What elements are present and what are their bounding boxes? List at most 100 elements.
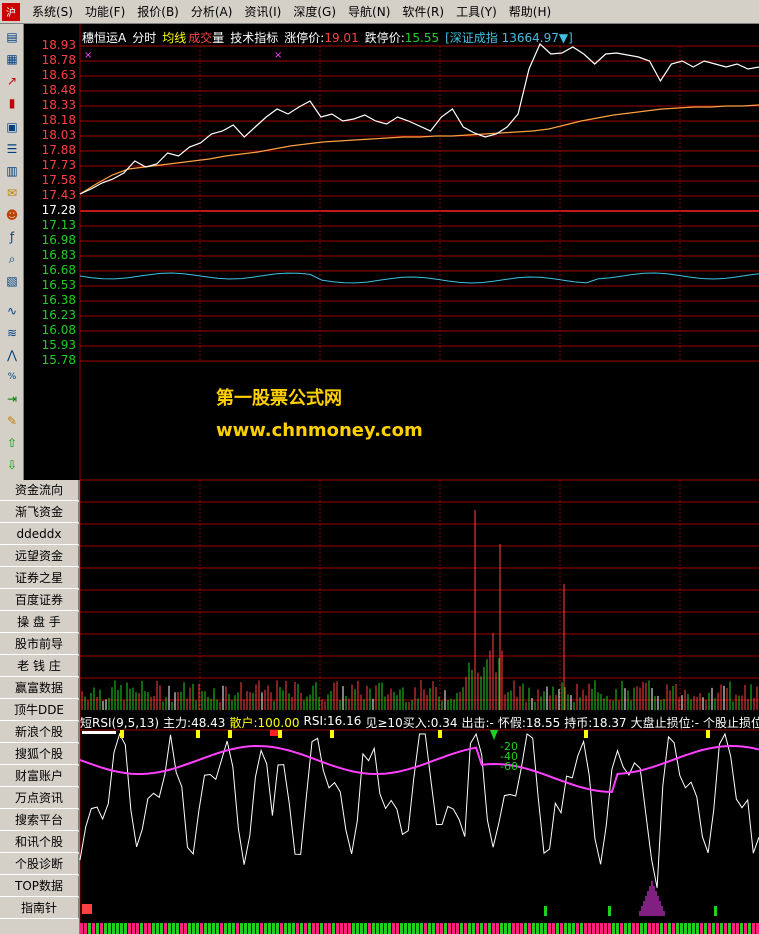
table-icon[interactable]: ☰	[2, 140, 22, 158]
fake-value: 怀假:18.55	[497, 716, 561, 730]
price-axis-label: 17.28	[41, 203, 76, 217]
menu-software[interactable]: 软件(R)	[396, 2, 450, 22]
bottom-signal-bar	[688, 923, 691, 934]
rsi-white-line	[79, 732, 759, 888]
menu-analysis[interactable]: 分析(A)	[185, 2, 239, 22]
menu-quote[interactable]: 报价(B)	[131, 2, 185, 22]
price-axis-label: 18.78	[41, 53, 76, 67]
bottom-signal-bar	[280, 923, 283, 934]
bottom-signal-bar	[452, 923, 455, 934]
users-icon[interactable]: ☻	[2, 206, 22, 224]
pencil-icon[interactable]: ✎	[2, 412, 22, 430]
tech-indicator-label[interactable]: 技术指标	[230, 29, 278, 45]
multi-chart-icon[interactable]: ⋀	[2, 346, 22, 364]
bottom-signal-bar	[80, 923, 83, 934]
signal-marker	[196, 730, 200, 738]
price-axis-label: 15.78	[41, 353, 76, 367]
menu-tools[interactable]: 工具(Y)	[450, 2, 503, 22]
search-icon[interactable]: ⌕	[2, 250, 22, 268]
price-axis-label: 16.23	[41, 308, 76, 322]
price-axis-label: 17.13	[41, 218, 76, 232]
report-icon[interactable]: ▥	[2, 162, 22, 180]
arrow-up-icon[interactable]: ⇧	[2, 434, 22, 452]
bottom-signal-bar	[144, 923, 147, 934]
trend-icon[interactable]: ∿	[2, 302, 22, 320]
bottom-signal-bar	[428, 923, 431, 934]
menu-help[interactable]: 帮助(H)	[503, 2, 557, 22]
window-icon[interactable]: ▣	[2, 118, 22, 136]
bottom-signal-bar	[396, 923, 399, 934]
menu-navigation[interactable]: 导航(N)	[342, 2, 396, 22]
signal-marker	[228, 730, 232, 738]
bottom-signal-bar	[740, 923, 743, 934]
mail-icon[interactable]: ✉	[2, 184, 22, 202]
intraday-chart[interactable]: × × -20 -40 -60 穗恒运A 分时 均线 成交量 技术指标 涨停价:19.0…	[24, 24, 759, 934]
menu-info[interactable]: 资讯(I)	[238, 2, 287, 22]
index-quote: [深证成指 13664.97▼]	[445, 31, 573, 45]
bottom-signal-bar	[716, 923, 719, 934]
price-line	[79, 42, 759, 195]
bottom-signal-bar	[644, 923, 647, 934]
mode-label[interactable]: 分时	[132, 29, 156, 45]
bottom-signal-bar	[300, 923, 303, 934]
bottom-signal-bar	[436, 923, 439, 934]
bottom-signal-bar	[752, 923, 755, 934]
ranking-icon[interactable]: ▦	[2, 50, 22, 68]
bottom-signal-bar	[348, 923, 351, 934]
compare-icon[interactable]: ≋	[2, 324, 22, 342]
menu-depth[interactable]: 深度(G)	[287, 2, 342, 22]
bottom-signal-bar	[272, 923, 275, 934]
login-icon[interactable]: ⇥	[2, 390, 22, 408]
stock-name: 穗恒运A	[82, 31, 127, 45]
bottom-signal-bar	[624, 923, 627, 934]
price-axis-label: 15.93	[41, 338, 76, 352]
bottom-signal-bar	[720, 923, 723, 934]
price-axis-label: 17.88	[41, 143, 76, 157]
market-stop-value: 大盘止损位:-	[630, 716, 700, 730]
bottom-signal-bar	[384, 923, 387, 934]
bottom-signal-bar	[320, 923, 323, 934]
bottom-signal-bar	[556, 923, 559, 934]
bottom-signal-bar	[88, 923, 91, 934]
menu-system[interactable]: 系统(S)	[26, 2, 79, 22]
indicator-name[interactable]: 短RSI(9,5,13)	[80, 714, 159, 731]
bottom-signal-bar	[212, 923, 215, 934]
bottom-signal-bar	[668, 923, 671, 934]
bottom-signal-bar	[220, 923, 223, 934]
bottom-signal-bar	[408, 923, 411, 934]
bottom-signal-bar	[92, 923, 95, 934]
price-axis-label: 18.63	[41, 68, 76, 82]
bottom-signal-bar	[368, 923, 371, 934]
menu-function[interactable]: 功能(F)	[79, 2, 131, 22]
bottom-signal-bar	[256, 923, 259, 934]
bottom-signal-bar	[336, 923, 339, 934]
bottom-signal-bar	[332, 923, 335, 934]
export-icon[interactable]: ▧	[2, 272, 22, 290]
arrow-down-icon[interactable]: ⇩	[2, 456, 22, 474]
formula-icon[interactable]: ƒ	[2, 228, 22, 246]
bottom-signal-bar	[160, 923, 163, 934]
quote-list-icon[interactable]: ▤	[2, 28, 22, 46]
line-chart-icon[interactable]: ↗	[2, 72, 22, 90]
bottom-signal-bar	[672, 923, 675, 934]
bottom-signal-bar	[604, 923, 607, 934]
price-axis-label: 18.48	[41, 83, 76, 97]
bottom-signal-bar	[316, 923, 319, 934]
signal-marker	[330, 730, 334, 738]
bottom-signal-bar	[264, 923, 267, 934]
bottom-signal-bar	[572, 923, 575, 934]
percent-icon[interactable]: %	[2, 368, 22, 386]
bottom-signal-bar	[232, 923, 235, 934]
indicator-level-label: -60	[500, 760, 518, 773]
price-axis-label: 16.08	[41, 323, 76, 337]
bottom-signal-bar	[540, 923, 543, 934]
bottom-signal-bar	[608, 923, 611, 934]
bottom-signal-bar	[400, 923, 403, 934]
bottom-signal-bar	[116, 923, 119, 934]
bottom-signal-bar	[420, 923, 423, 934]
bottom-signal-bar	[440, 923, 443, 934]
candlestick-icon[interactable]: ▮	[2, 94, 22, 112]
green-signal	[608, 906, 611, 916]
bottom-signal-bar	[344, 923, 347, 934]
volume-label-part1: 成交	[188, 31, 213, 45]
